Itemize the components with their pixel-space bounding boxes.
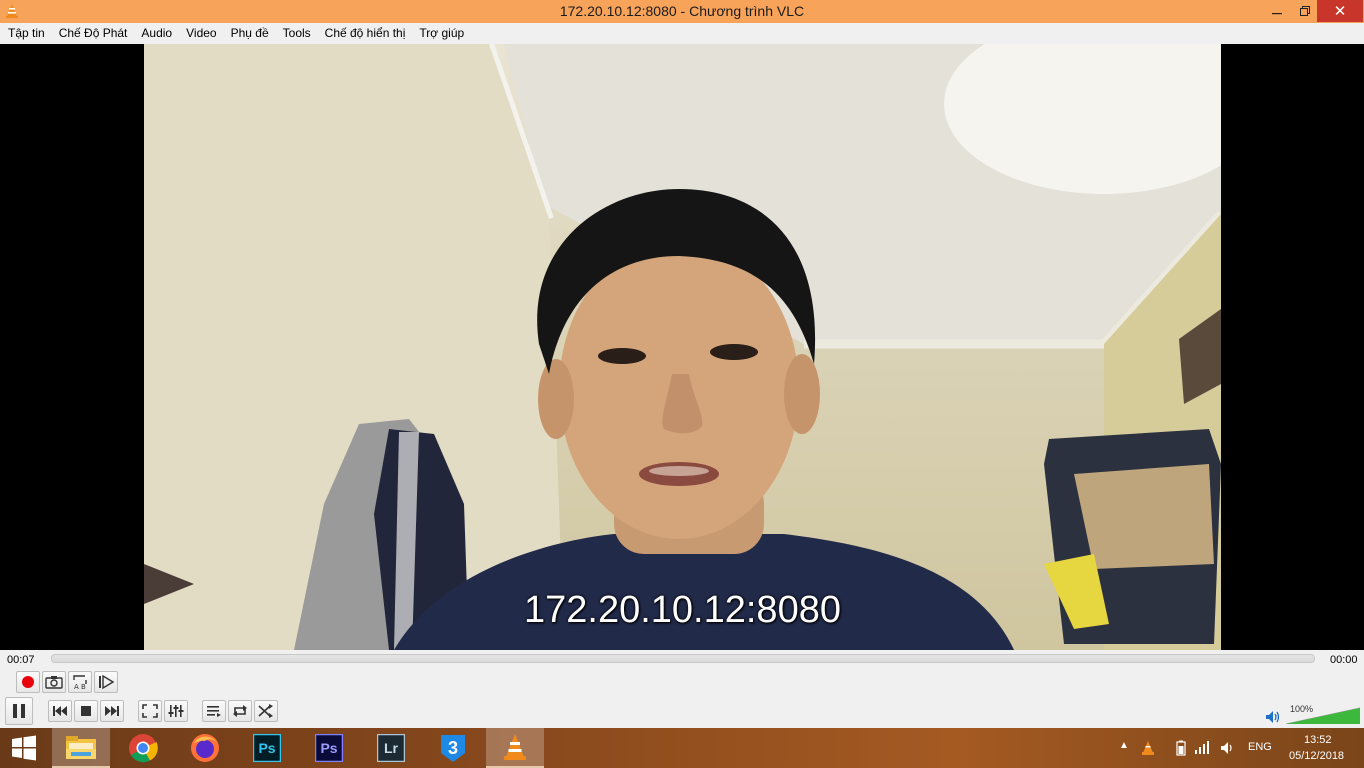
chrome-icon bbox=[129, 734, 158, 763]
next-button[interactable] bbox=[100, 700, 124, 722]
vlc-icon[interactable] bbox=[1140, 740, 1156, 756]
frame-step-icon bbox=[99, 675, 114, 689]
close-icon: ✕ bbox=[1333, 3, 1347, 20]
osd-text: 172.20.10.12:8080 bbox=[524, 589, 841, 631]
menu-help[interactable]: Trợ giúp bbox=[412, 23, 471, 44]
loop-icon bbox=[233, 705, 247, 717]
language-indicator[interactable]: ENG bbox=[1248, 741, 1272, 753]
restore-button[interactable] bbox=[1290, 0, 1320, 22]
taskbar-firefox[interactable] bbox=[176, 728, 234, 768]
svg-text:A B: A B bbox=[74, 683, 86, 690]
seek-slider[interactable] bbox=[51, 654, 1315, 663]
skip-back-icon bbox=[53, 706, 67, 716]
menu-subtitle[interactable]: Phụ đề bbox=[224, 23, 276, 44]
elapsed-time[interactable]: 00:07 bbox=[7, 654, 35, 666]
title-bar: 172.20.10.12:8080 - Chương trình VLC ✕ bbox=[0, 0, 1364, 23]
signal-icon[interactable] bbox=[1194, 740, 1210, 754]
start-icon bbox=[12, 735, 36, 761]
menu-audio[interactable]: Audio bbox=[134, 23, 179, 44]
menu-bar: Tập tin Chế Độ Phát Audio Video Phụ đề T… bbox=[0, 23, 1364, 44]
taskbar-chrome[interactable] bbox=[114, 728, 172, 768]
taskbar-file-explorer[interactable] bbox=[52, 728, 110, 768]
taskbar-photoshop-1[interactable]: Ps bbox=[238, 728, 296, 768]
clock-time[interactable]: 13:52 bbox=[1304, 734, 1332, 746]
restore-icon bbox=[1300, 6, 1310, 16]
menu-media[interactable]: Tập tin bbox=[1, 23, 52, 44]
previous-button[interactable] bbox=[48, 700, 72, 722]
photoshop-label-2: Ps bbox=[320, 740, 338, 756]
start-button[interactable] bbox=[0, 728, 48, 768]
taskbar-vlc[interactable] bbox=[486, 728, 544, 768]
menu-playback[interactable]: Chế Độ Phát bbox=[52, 23, 135, 44]
stop-icon bbox=[81, 706, 91, 716]
firefox-icon bbox=[191, 734, 219, 762]
volume-slider[interactable] bbox=[1286, 704, 1360, 724]
fullscreen-icon bbox=[142, 704, 158, 718]
video-frame[interactable]: 172.20.10.12:8080 bbox=[144, 44, 1221, 650]
ab-loop-icon: A B bbox=[73, 675, 87, 690]
close-button[interactable]: ✕ bbox=[1317, 0, 1363, 22]
taskbar-photoshop-2[interactable]: Ps bbox=[300, 728, 358, 768]
pause-icon bbox=[13, 704, 25, 718]
taskbar-zalo[interactable]: 3 bbox=[424, 728, 482, 768]
window-title: 172.20.10.12:8080 - Chương trình VLC bbox=[559, 3, 805, 19]
menu-view[interactable]: Chế độ hiển thị bbox=[318, 23, 413, 44]
battery-icon[interactable] bbox=[1176, 740, 1186, 756]
menu-tools[interactable]: Tools bbox=[276, 23, 318, 44]
tray-overflow-icon[interactable]: ▲ bbox=[1119, 740, 1129, 751]
playlist-button[interactable] bbox=[202, 700, 226, 722]
shuffle-icon bbox=[258, 704, 273, 718]
taskbar-lightroom[interactable]: Lr bbox=[362, 728, 420, 768]
ab-loop-button[interactable]: A B bbox=[68, 671, 92, 693]
skip-forward-icon bbox=[105, 706, 119, 716]
zalo-label: 3 bbox=[447, 737, 458, 758]
fullscreen-button[interactable] bbox=[138, 700, 162, 722]
volume-icon[interactable] bbox=[1220, 741, 1236, 755]
video-area[interactable]: 172.20.10.12:8080 bbox=[0, 44, 1364, 650]
menu-video[interactable]: Video bbox=[179, 23, 223, 44]
taskbar: Ps Ps Lr 3 ▲ ENG 13:52 05/12/2018 bbox=[0, 728, 1364, 768]
record-icon bbox=[22, 676, 34, 688]
loop-button[interactable] bbox=[228, 700, 252, 722]
clock-date[interactable]: 05/12/2018 bbox=[1289, 750, 1344, 762]
extended-settings-button[interactable] bbox=[164, 700, 188, 722]
control-bar: 00:07 00:00 A B 100% bbox=[0, 650, 1364, 728]
photoshop-label: Ps bbox=[258, 740, 276, 756]
minimize-button[interactable] bbox=[1262, 0, 1292, 22]
stop-button[interactable] bbox=[74, 700, 98, 722]
video-content bbox=[144, 44, 1221, 650]
speaker-icon[interactable] bbox=[1265, 710, 1281, 724]
minimize-icon bbox=[1272, 13, 1282, 15]
snapshot-button[interactable] bbox=[42, 671, 66, 693]
vlc-icon bbox=[504, 734, 526, 760]
playlist-icon bbox=[207, 706, 221, 717]
record-button[interactable] bbox=[16, 671, 40, 693]
total-time[interactable]: 00:00 bbox=[1330, 654, 1358, 666]
equalizer-icon bbox=[168, 705, 184, 717]
shuffle-button[interactable] bbox=[254, 700, 278, 722]
camera-icon bbox=[45, 676, 63, 689]
frame-step-button[interactable] bbox=[94, 671, 118, 693]
lightroom-label: Lr bbox=[384, 740, 398, 756]
file-explorer-icon bbox=[66, 736, 96, 759]
pause-button[interactable] bbox=[5, 697, 33, 725]
